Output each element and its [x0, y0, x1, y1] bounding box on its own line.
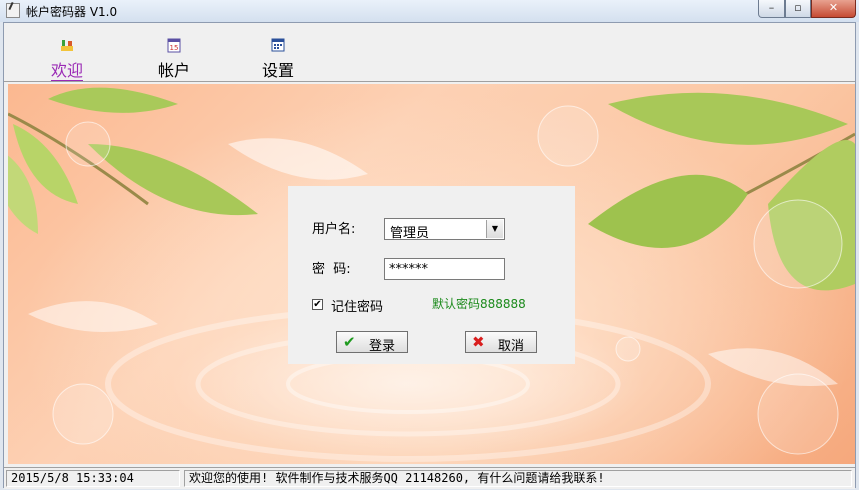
svg-text:15: 15	[170, 44, 179, 52]
status-bar: 2015/5/8 15:33:04 欢迎您的使用! 软件制作与技术服务QQ 21…	[4, 467, 855, 489]
default-password-hint: 默认密码888888	[432, 297, 526, 311]
maximize-button[interactable]: ▫	[785, 0, 811, 18]
username-combobox[interactable]: 管理员 ▼	[384, 218, 505, 241]
toolbar-welcome-label: 欢迎	[50, 61, 83, 81]
username-label: 用户名:	[312, 222, 356, 237]
toolbar-account-button[interactable]: 15 帐户	[154, 23, 194, 81]
toolbar: 欢迎 15 帐户 设置	[4, 23, 855, 82]
toolbar-settings-label: 设置	[261, 61, 294, 80]
password-label: 密 码:	[312, 262, 351, 277]
password-value: ******	[389, 262, 428, 277]
login-button-label: 登录	[369, 339, 396, 354]
cancel-button-label: 取消	[498, 339, 525, 354]
app-icon	[6, 3, 20, 18]
cancel-button[interactable]: ✖ 取消	[465, 331, 537, 354]
window-title: 帐户密码器 V1.0	[26, 5, 118, 19]
close-button[interactable]: ✕	[811, 0, 856, 18]
title-bar: 帐户密码器 V1.0 – ▫ ✕	[0, 0, 859, 22]
welcome-icon	[61, 40, 73, 51]
password-input[interactable]: ******	[384, 258, 505, 280]
status-message: 欢迎您的使用! 软件制作与技术服务QQ 21148260, 有什么问题请给我联系…	[184, 470, 852, 487]
remember-password-checkbox[interactable]: ✔	[312, 299, 323, 310]
status-datetime: 2015/5/8 15:33:04	[6, 470, 180, 487]
cross-icon: ✖	[472, 333, 485, 351]
checkmark-icon: ✔	[343, 333, 356, 351]
login-dialog: 用户名: 管理员 ▼ 密 码: ****** ✔ 记住密码 默认密码888888…	[288, 186, 575, 364]
username-value: 管理员	[390, 226, 430, 241]
login-button[interactable]: ✔ 登录	[336, 331, 408, 354]
leaf-branch-left	[8, 87, 258, 234]
toolbar-welcome-button[interactable]: 欢迎	[46, 23, 88, 81]
remember-password-label[interactable]: 记住密码	[331, 296, 383, 315]
toolbar-account-label: 帐户	[157, 61, 190, 80]
toolbar-settings-button[interactable]: 设置	[258, 23, 298, 81]
minimize-button[interactable]: –	[758, 0, 785, 18]
grid-calendar-icon	[271, 38, 285, 52]
chevron-down-icon[interactable]: ▼	[486, 220, 503, 238]
calendar-icon: 15	[167, 38, 181, 53]
